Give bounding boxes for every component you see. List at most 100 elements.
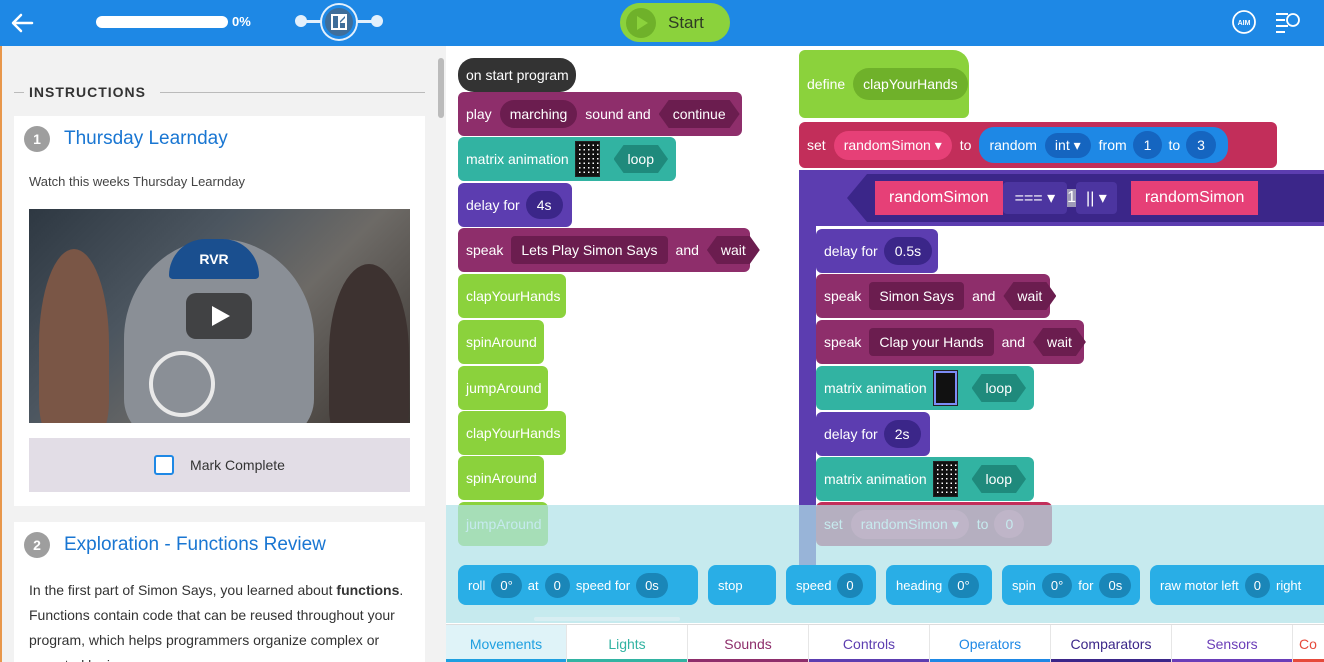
play-sound-block[interactable]: play marching sound and continue bbox=[458, 92, 742, 136]
tab-lights[interactable]: Lights bbox=[567, 625, 688, 662]
raw-motor-left-value[interactable]: 0 bbox=[1244, 572, 1270, 598]
split-view-icon bbox=[331, 14, 347, 30]
progress-bar bbox=[96, 16, 228, 28]
back-arrow-icon[interactable] bbox=[8, 9, 36, 37]
tab-sensors[interactable]: Sensors bbox=[1172, 625, 1293, 662]
random-int-block[interactable]: random int ▾ from 1 to 3 bbox=[979, 127, 1228, 163]
speak-text[interactable]: Lets Play Simon Says bbox=[511, 236, 668, 264]
video-person-right bbox=[329, 264, 409, 423]
start-button[interactable]: Start bbox=[620, 3, 730, 42]
condition-value[interactable]: 1 bbox=[1067, 189, 1077, 207]
heading-value[interactable]: 0° bbox=[948, 572, 979, 598]
aim-icon[interactable]: AIM bbox=[1231, 9, 1257, 35]
speak-text[interactable]: Clap your Hands bbox=[869, 328, 994, 356]
speak-block[interactable]: speak Clap your Hands and wait bbox=[816, 320, 1084, 364]
function-call-block[interactable]: spinAround bbox=[458, 456, 544, 500]
random-min[interactable]: 1 bbox=[1132, 131, 1163, 159]
int-dropdown[interactable]: int ▾ bbox=[1044, 132, 1091, 158]
matrix-thumbnail[interactable] bbox=[932, 370, 958, 406]
speak-block[interactable]: speak Simon Says and wait bbox=[816, 274, 1050, 318]
speak-block[interactable]: speak Lets Play Simon Says and wait bbox=[458, 228, 750, 272]
roll-speed[interactable]: 0 bbox=[544, 572, 570, 598]
roll-duration[interactable]: 0s bbox=[636, 572, 668, 598]
instructions-scrollbar[interactable] bbox=[438, 58, 444, 118]
program-menu-icon[interactable] bbox=[1273, 9, 1301, 35]
loop-toggle[interactable]: loop bbox=[614, 145, 668, 173]
step-number: 2 bbox=[24, 532, 50, 558]
mark-complete-checkbox[interactable] bbox=[154, 455, 175, 475]
step-title[interactable]: Thursday Learnday bbox=[64, 128, 228, 150]
if-block-header[interactable]: if randomSimon === ▾ 1 || ▾ randomSimon bbox=[799, 170, 1324, 226]
condition-variable[interactable]: randomSimon bbox=[875, 181, 1003, 215]
roll-block[interactable]: roll 0° at 0 speed for 0s bbox=[458, 565, 698, 605]
step-description: In the first part of Simon Says, you lea… bbox=[29, 582, 404, 662]
function-call-block[interactable]: spinAround bbox=[458, 320, 544, 364]
delay-block[interactable]: delay for 0.5s bbox=[816, 229, 938, 273]
step-description: Watch this weeks Thursday Learnday bbox=[29, 174, 246, 189]
tab-communications[interactable]: Co bbox=[1293, 625, 1324, 662]
matrix-thumbnail[interactable] bbox=[932, 461, 958, 497]
divider bbox=[14, 92, 24, 93]
sphero-logo bbox=[149, 351, 215, 417]
matrix-animation-block[interactable]: matrix animation loop bbox=[458, 137, 676, 181]
spin-angle[interactable]: 0° bbox=[1041, 572, 1073, 598]
function-name[interactable]: clapYourHands bbox=[853, 68, 968, 100]
sound-dropdown[interactable]: marching bbox=[499, 100, 578, 128]
video-play-button[interactable] bbox=[186, 293, 252, 339]
on-start-block[interactable]: on start program bbox=[458, 58, 576, 92]
loop-toggle[interactable]: loop bbox=[972, 374, 1026, 402]
delay-block[interactable]: delay for 4s bbox=[458, 183, 572, 227]
random-max[interactable]: 3 bbox=[1186, 131, 1216, 159]
define-function-block[interactable]: define clapYourHands bbox=[799, 50, 969, 118]
wait-toggle[interactable]: wait bbox=[707, 236, 760, 264]
delay-value[interactable]: 4s bbox=[525, 191, 563, 219]
roll-heading[interactable]: 0° bbox=[491, 572, 522, 598]
view-slider-start[interactable] bbox=[295, 15, 307, 27]
operator-dropdown[interactable]: === ▾ bbox=[1002, 182, 1068, 214]
function-call-block[interactable]: clapYourHands bbox=[458, 411, 566, 455]
top-bar: 0% Start AIM bbox=[0, 0, 1324, 46]
mode-dropdown[interactable]: continue bbox=[659, 100, 740, 128]
delay-block[interactable]: delay for 2s bbox=[816, 412, 930, 456]
step-title[interactable]: Exploration - Functions Review bbox=[64, 534, 326, 556]
svg-text:AIM: AIM bbox=[1238, 20, 1251, 27]
video-player[interactable]: RVR bbox=[29, 209, 410, 423]
spin-block[interactable]: spin 0° for 0s bbox=[1002, 565, 1140, 605]
matrix-animation-block[interactable]: matrix animation loop bbox=[816, 366, 1034, 410]
raw-motor-block[interactable]: raw motor left 0 right bbox=[1150, 565, 1324, 605]
condition-block[interactable]: randomSimon === ▾ 1 || ▾ randomSimon bbox=[847, 174, 1324, 222]
function-call-block[interactable]: jumpAround bbox=[458, 366, 548, 410]
instructions-header: INSTRUCTIONS bbox=[14, 84, 425, 100]
step-card-2: 2 Exploration - Functions Review In the … bbox=[14, 522, 425, 662]
speed-block[interactable]: speed 0 bbox=[786, 565, 876, 605]
loop-toggle[interactable]: loop bbox=[972, 465, 1026, 493]
view-slider-knob[interactable] bbox=[322, 5, 356, 39]
tab-controls[interactable]: Controls bbox=[809, 625, 930, 662]
matrix-animation-block[interactable]: matrix animation loop bbox=[816, 457, 1034, 501]
video-person-left bbox=[39, 249, 109, 423]
wait-toggle[interactable]: wait bbox=[1003, 282, 1056, 310]
tab-sounds[interactable]: Sounds bbox=[688, 625, 809, 662]
tab-movements[interactable]: Movements bbox=[446, 625, 567, 662]
mark-complete-label: Mark Complete bbox=[190, 457, 285, 473]
variable-dropdown[interactable]: randomSimon ▾ bbox=[833, 130, 952, 160]
speed-value[interactable]: 0 bbox=[837, 572, 863, 598]
matrix-thumbnail[interactable] bbox=[574, 141, 600, 177]
logic-dropdown[interactable]: || ▾ bbox=[1076, 182, 1117, 214]
play-icon bbox=[626, 7, 656, 38]
palette-scrollbar[interactable] bbox=[534, 617, 680, 621]
heading-block[interactable]: heading 0° bbox=[886, 565, 992, 605]
condition-variable-2[interactable]: randomSimon bbox=[1130, 181, 1259, 215]
mark-complete-button[interactable]: Mark Complete bbox=[29, 438, 410, 492]
spin-duration[interactable]: 0s bbox=[1099, 572, 1132, 598]
stop-block[interactable]: stop bbox=[708, 565, 776, 605]
view-slider-end[interactable] bbox=[371, 15, 383, 27]
set-variable-block[interactable]: set randomSimon ▾ to random int ▾ from 1… bbox=[799, 122, 1277, 168]
delay-value[interactable]: 0.5s bbox=[883, 237, 933, 265]
tab-comparators[interactable]: Comparators bbox=[1051, 625, 1172, 662]
wait-toggle[interactable]: wait bbox=[1033, 328, 1086, 356]
delay-value[interactable]: 2s bbox=[883, 420, 921, 448]
tab-operators[interactable]: Operators bbox=[930, 625, 1051, 662]
function-call-block[interactable]: clapYourHands bbox=[458, 274, 566, 318]
speak-text[interactable]: Simon Says bbox=[869, 282, 965, 310]
